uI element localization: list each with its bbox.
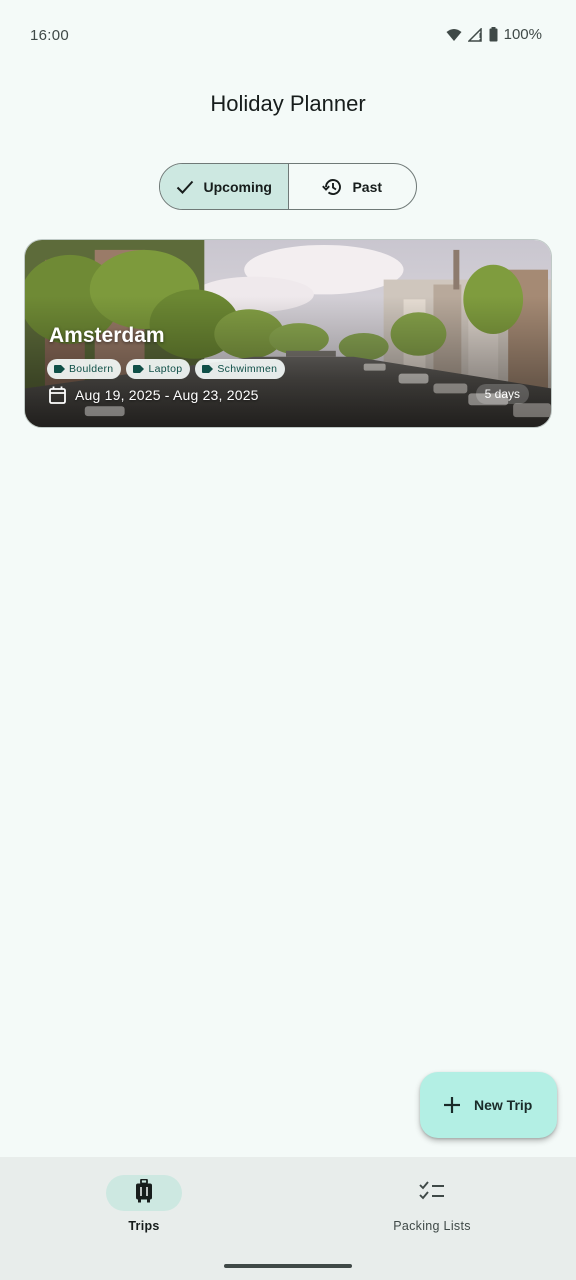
history-icon [322,178,342,196]
segment-upcoming-label: Upcoming [203,178,272,195]
tag-chip: Laptop [126,359,191,379]
label-icon [133,365,145,373]
trip-card[interactable]: Amsterdam Bouldern Laptop Schwimmen Aug … [24,239,552,428]
battery-percent: 100% [503,26,542,43]
home-indicator[interactable] [224,1264,352,1268]
trip-dates: Aug 19, 2025 - Aug 23, 2025 [75,387,259,403]
nav-item-packing-lists[interactable]: Packing Lists [352,1175,512,1233]
plus-icon [442,1095,462,1115]
segment-upcoming[interactable]: Upcoming [160,164,289,209]
label-icon [54,365,65,373]
segment-past[interactable]: Past [289,164,417,209]
status-bar: 16:00 100% [0,0,576,72]
page-title: Holiday Planner [210,91,366,116]
checklist-icon [419,1180,445,1206]
new-trip-button[interactable]: New Trip [420,1072,557,1138]
tag-chip-label: Laptop [148,363,183,375]
new-trip-label: New Trip [474,1097,533,1113]
nav-item-trips[interactable]: Trips [64,1175,224,1233]
tag-chip: Bouldern [47,359,122,379]
calendar-icon [49,386,66,404]
status-time: 16:00 [30,27,70,44]
battery-icon [489,27,498,42]
nav-indicator [106,1175,182,1211]
nav-label-trips: Trips [128,1219,160,1233]
signal-icon [467,27,483,42]
luggage-icon [135,1178,153,1208]
tag-chip-label: Schwimmen [217,363,278,375]
nav-indicator [394,1175,470,1211]
nav-label-packing-lists: Packing Lists [393,1219,471,1233]
tag-chip-label: Bouldern [69,363,114,375]
segment-past-label: Past [352,178,383,195]
bottom-navigation: Trips Packing Lists [0,1157,576,1280]
trip-duration-badge: 5 days [475,384,529,404]
status-icons: 100% [446,26,542,43]
trip-filter-segmented-button: Upcoming Past [159,163,417,210]
tag-chip: Schwimmen [195,359,286,379]
trip-date-row: Aug 19, 2025 - Aug 23, 2025 [49,386,259,404]
check-icon [176,180,194,194]
trip-title: Amsterdam [49,324,165,347]
trip-tags: Bouldern Laptop Schwimmen [47,359,286,379]
wifi-icon [446,28,462,42]
label-icon [202,365,214,373]
